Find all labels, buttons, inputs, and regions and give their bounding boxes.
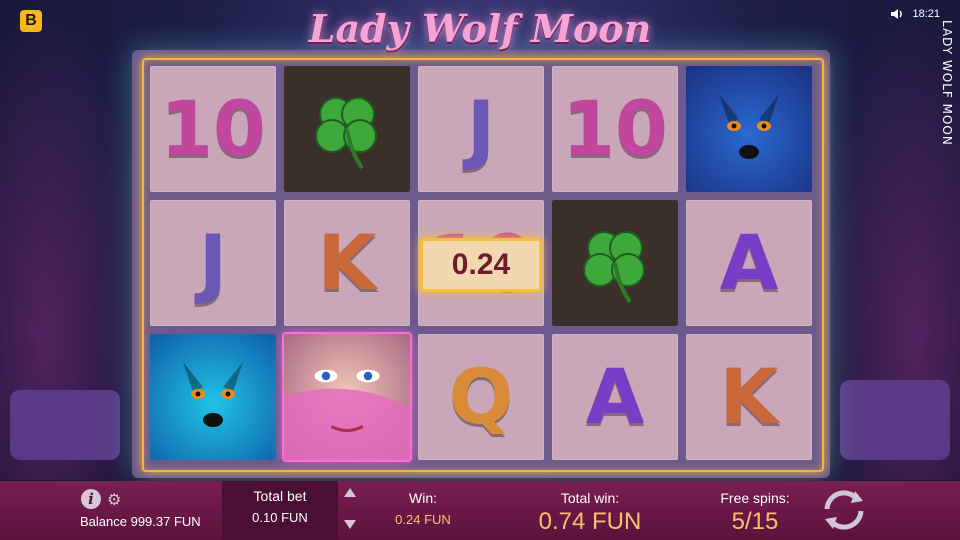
total-win-label: Total win:	[560, 490, 620, 506]
symbol-k: K	[317, 218, 377, 307]
symbol-k: K	[719, 352, 779, 441]
clover-icon	[552, 200, 678, 326]
symbol-10: 10	[562, 84, 668, 173]
spin-button[interactable]	[816, 485, 872, 535]
reel-cell	[284, 334, 410, 460]
reel-cell: K	[284, 200, 410, 326]
reel-cell	[686, 66, 812, 192]
win: Win: 0.24 FUN	[378, 490, 468, 527]
gear-icon[interactable]: ⚙	[107, 490, 121, 510]
background-rock	[10, 390, 120, 460]
reel-cell: Q	[418, 334, 544, 460]
symbol-j: J	[198, 218, 228, 307]
reel-cell: K	[686, 334, 812, 460]
win-value: 0.24 FUN	[395, 512, 451, 527]
total-bet-value: 0.10 FUN	[252, 510, 308, 525]
free-spins-value: 5/15	[731, 508, 779, 535]
refresh-icon	[824, 490, 864, 530]
reel-cell	[284, 66, 410, 192]
reel-cell: 10	[552, 66, 678, 192]
total-win-value: 0.74 FUN	[538, 508, 642, 535]
reel-cell: A	[552, 334, 678, 460]
win-label: Win:	[409, 490, 437, 506]
clover-icon	[284, 66, 410, 192]
reel-cell: 10	[150, 66, 276, 192]
symbol-10: 10	[160, 84, 266, 173]
reel-cell: J	[150, 200, 276, 326]
symbol-j: J	[466, 84, 496, 173]
symbol-q: Q	[448, 352, 514, 441]
total-bet-label: Total bet	[253, 488, 307, 504]
reel-cell	[150, 334, 276, 460]
game-title: Lady Wolf Moon	[308, 6, 652, 51]
bet-decrease-icon[interactable]	[344, 520, 356, 529]
reel-cell: J	[418, 66, 544, 192]
reel-cell	[552, 200, 678, 326]
free-spins-label: Free spins:	[720, 490, 790, 506]
info-icon[interactable]: i	[81, 489, 101, 509]
wolf-icon	[150, 334, 276, 460]
bet-increase-icon[interactable]	[344, 488, 356, 497]
free-spins: Free spins: 5/15	[700, 490, 810, 536]
symbol-a: A	[719, 218, 779, 307]
reel-cell: A	[686, 200, 812, 326]
balance: Balance 999.37 FUN	[80, 514, 201, 529]
wolf-icon	[686, 66, 812, 192]
lady-icon	[284, 334, 410, 460]
symbol-a: A	[585, 352, 645, 441]
total-bet[interactable]: Total bet 0.10 FUN	[222, 488, 338, 525]
total-win: Total win: 0.74 FUN	[520, 490, 660, 536]
win-amount-chip: 0.24	[420, 238, 542, 292]
background-rock	[840, 380, 950, 460]
